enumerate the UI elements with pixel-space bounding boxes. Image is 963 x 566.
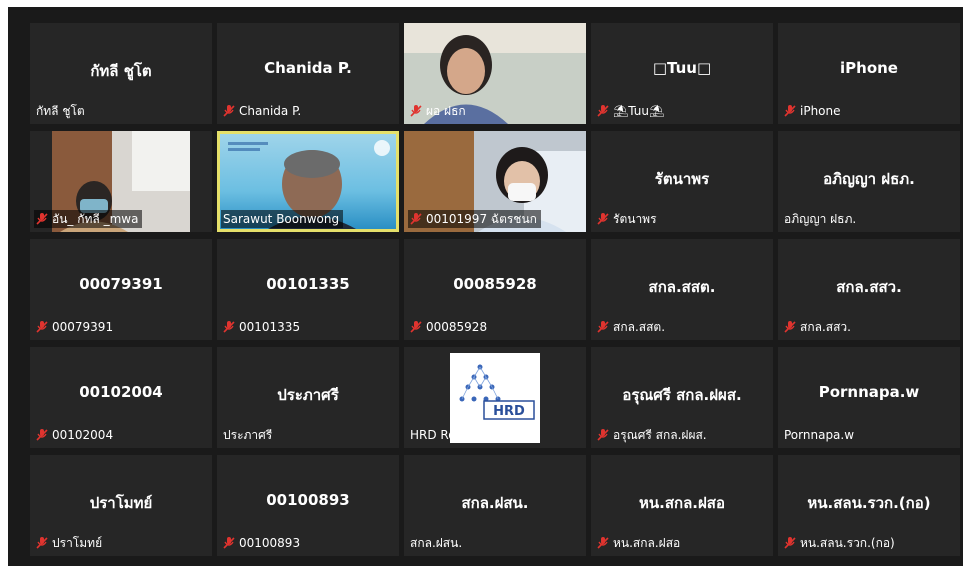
participant-tile[interactable]: HRD HRD Room No.1	[404, 347, 586, 448]
participant-tile[interactable]: 00100893 00100893	[217, 455, 399, 556]
participant-tile[interactable]: ผอ ฝธก	[404, 23, 586, 124]
participant-tile[interactable]: 00079391 00079391	[30, 239, 212, 340]
participant-tile[interactable]: Chanida P. Chanida P.	[217, 23, 399, 124]
participant-display-name: สกล.สสว.	[836, 278, 902, 296]
participant-tile[interactable]: Pornnapa.w Pornnapa.w	[778, 347, 960, 448]
participant-tile[interactable]: รัตนาพร รัตนาพร	[591, 131, 773, 232]
participant-display-name: หน.สกล.ฝสอ	[639, 494, 725, 512]
muted-mic-icon	[597, 321, 609, 333]
participant-tile[interactable]: สกล.ฝสน. สกล.ฝสน.	[404, 455, 586, 556]
participant-display-name: กัทลี ชูโต	[90, 62, 152, 80]
participant-display-name: ประภาศรี	[277, 386, 339, 404]
participant-name-label: Chanida P.	[221, 102, 305, 120]
muted-mic-icon	[597, 429, 609, 441]
participant-tile-active-speaker[interactable]: Sarawut Boonwong	[217, 131, 399, 232]
muted-mic-icon	[36, 537, 48, 549]
muted-mic-icon	[223, 321, 235, 333]
participant-tile[interactable]: ปราโมทย์ ปราโมทย์	[30, 455, 212, 556]
participant-name-label: ปราโมทย์	[34, 534, 106, 552]
muted-mic-icon	[410, 105, 422, 117]
muted-mic-icon	[410, 321, 422, 333]
participant-name-label: ผอ ฝธก	[408, 102, 470, 120]
participant-display-name: สกล.สสต.	[648, 278, 716, 296]
participant-name-label: กัทลี ชูโต	[36, 104, 85, 118]
participant-tile[interactable]: หน.สกล.ฝสอ หน.สกล.ฝสอ	[591, 455, 773, 556]
participant-tile[interactable]: กัทลี ชูโต กัทลี ชูโต	[30, 23, 212, 124]
muted-mic-icon	[784, 105, 796, 117]
participant-name-label: สกล.สสว.	[782, 318, 855, 336]
muted-mic-icon	[36, 213, 48, 225]
participant-name-label: อรุณศรี สกล.ฝผส.	[595, 426, 711, 444]
participant-display-name: Pornnapa.w	[818, 383, 920, 401]
participant-name-label: รัตนาพร	[595, 210, 661, 228]
participant-tile[interactable]: □Tuu□ ⛱Tuu⛱	[591, 23, 773, 124]
participant-name-label: HRD Room No.1	[410, 428, 506, 442]
participant-display-name: อภิญญา ฝธภ.	[823, 170, 915, 188]
participant-display-name: รัตนาพร	[654, 170, 710, 188]
participant-name-label: สกล.สสต.	[595, 318, 669, 336]
participant-name-label: 00101997 ฉัตรชนก	[408, 210, 541, 228]
participant-tile[interactable]: iPhone iPhone	[778, 23, 960, 124]
svg-text:HRD: HRD	[493, 404, 525, 419]
participant-display-name: 00102004	[79, 383, 163, 401]
participant-display-name: หน.สลน.รวก.(กอ)	[807, 494, 931, 512]
participant-name-label: หน.สลน.รวก.(กอ)	[782, 534, 899, 552]
participant-name-label: สกล.ฝสน.	[410, 536, 463, 550]
participant-tile[interactable]: สกล.สสว. สกล.สสว.	[778, 239, 960, 340]
participant-display-name: 00079391	[79, 275, 163, 293]
muted-mic-icon	[36, 321, 48, 333]
participant-display-name: 00100893	[266, 491, 350, 509]
participant-tile[interactable]: อัน_ กัทลี _mwa	[30, 131, 212, 232]
participant-display-name: อรุณศรี สกล.ฝผส.	[622, 386, 742, 404]
muted-mic-icon	[223, 537, 235, 549]
participant-display-name: 00085928	[453, 275, 537, 293]
video-gallery: กัทลี ชูโต กัทลี ชูโต Chanida P. Chanida…	[8, 7, 963, 566]
participant-name-label: ประภาศรี	[223, 428, 273, 442]
participant-name-label: ⛱Tuu⛱	[595, 102, 668, 120]
muted-mic-icon	[223, 105, 235, 117]
participant-tile[interactable]: 00101335 00101335	[217, 239, 399, 340]
participant-tile[interactable]: 00102004 00102004	[30, 347, 212, 448]
muted-mic-icon	[784, 321, 796, 333]
participant-name-label: 00085928	[408, 318, 491, 336]
participant-name-label: 00101335	[221, 318, 304, 336]
participant-tile[interactable]: หน.สลน.รวก.(กอ) หน.สลน.รวก.(กอ)	[778, 455, 960, 556]
participant-display-name: สกล.ฝสน.	[461, 494, 529, 512]
participant-display-name: □Tuu□	[652, 59, 712, 77]
participant-display-name: iPhone	[840, 59, 898, 77]
participant-tile[interactable]: 00101997 ฉัตรชนก	[404, 131, 586, 232]
participant-tile[interactable]: สกล.สสต. สกล.สสต.	[591, 239, 773, 340]
participant-name-label: Sarawut Boonwong	[221, 210, 344, 228]
participant-name-label: Pornnapa.w	[784, 428, 855, 442]
muted-mic-icon	[784, 537, 796, 549]
participant-tile[interactable]: 00085928 00085928	[404, 239, 586, 340]
muted-mic-icon	[36, 429, 48, 441]
participant-name-label: 00100893	[221, 534, 304, 552]
participant-name-label: iPhone	[782, 102, 845, 120]
muted-mic-icon	[597, 537, 609, 549]
participant-tile[interactable]: อภิญญา ฝธภ. อภิญญา ฝธภ.	[778, 131, 960, 232]
participant-display-name: 00101335	[266, 275, 350, 293]
participant-display-name: ปราโมทย์	[89, 494, 153, 512]
participant-name-label: 00079391	[34, 318, 117, 336]
participant-tile[interactable]: ประภาศรี ประภาศรี	[217, 347, 399, 448]
participant-tile[interactable]: อรุณศรี สกล.ฝผส. อรุณศรี สกล.ฝผส.	[591, 347, 773, 448]
muted-mic-icon	[410, 213, 422, 225]
participant-name-label: อัน_ กัทลี _mwa	[34, 210, 143, 228]
participant-name-label: หน.สกล.ฝสอ	[595, 534, 684, 552]
participant-name-label: 00102004	[34, 426, 117, 444]
muted-mic-icon	[597, 105, 609, 117]
participant-display-name: Chanida P.	[264, 59, 352, 77]
participant-name-label: อภิญญา ฝธภ.	[784, 212, 857, 226]
muted-mic-icon	[597, 213, 609, 225]
